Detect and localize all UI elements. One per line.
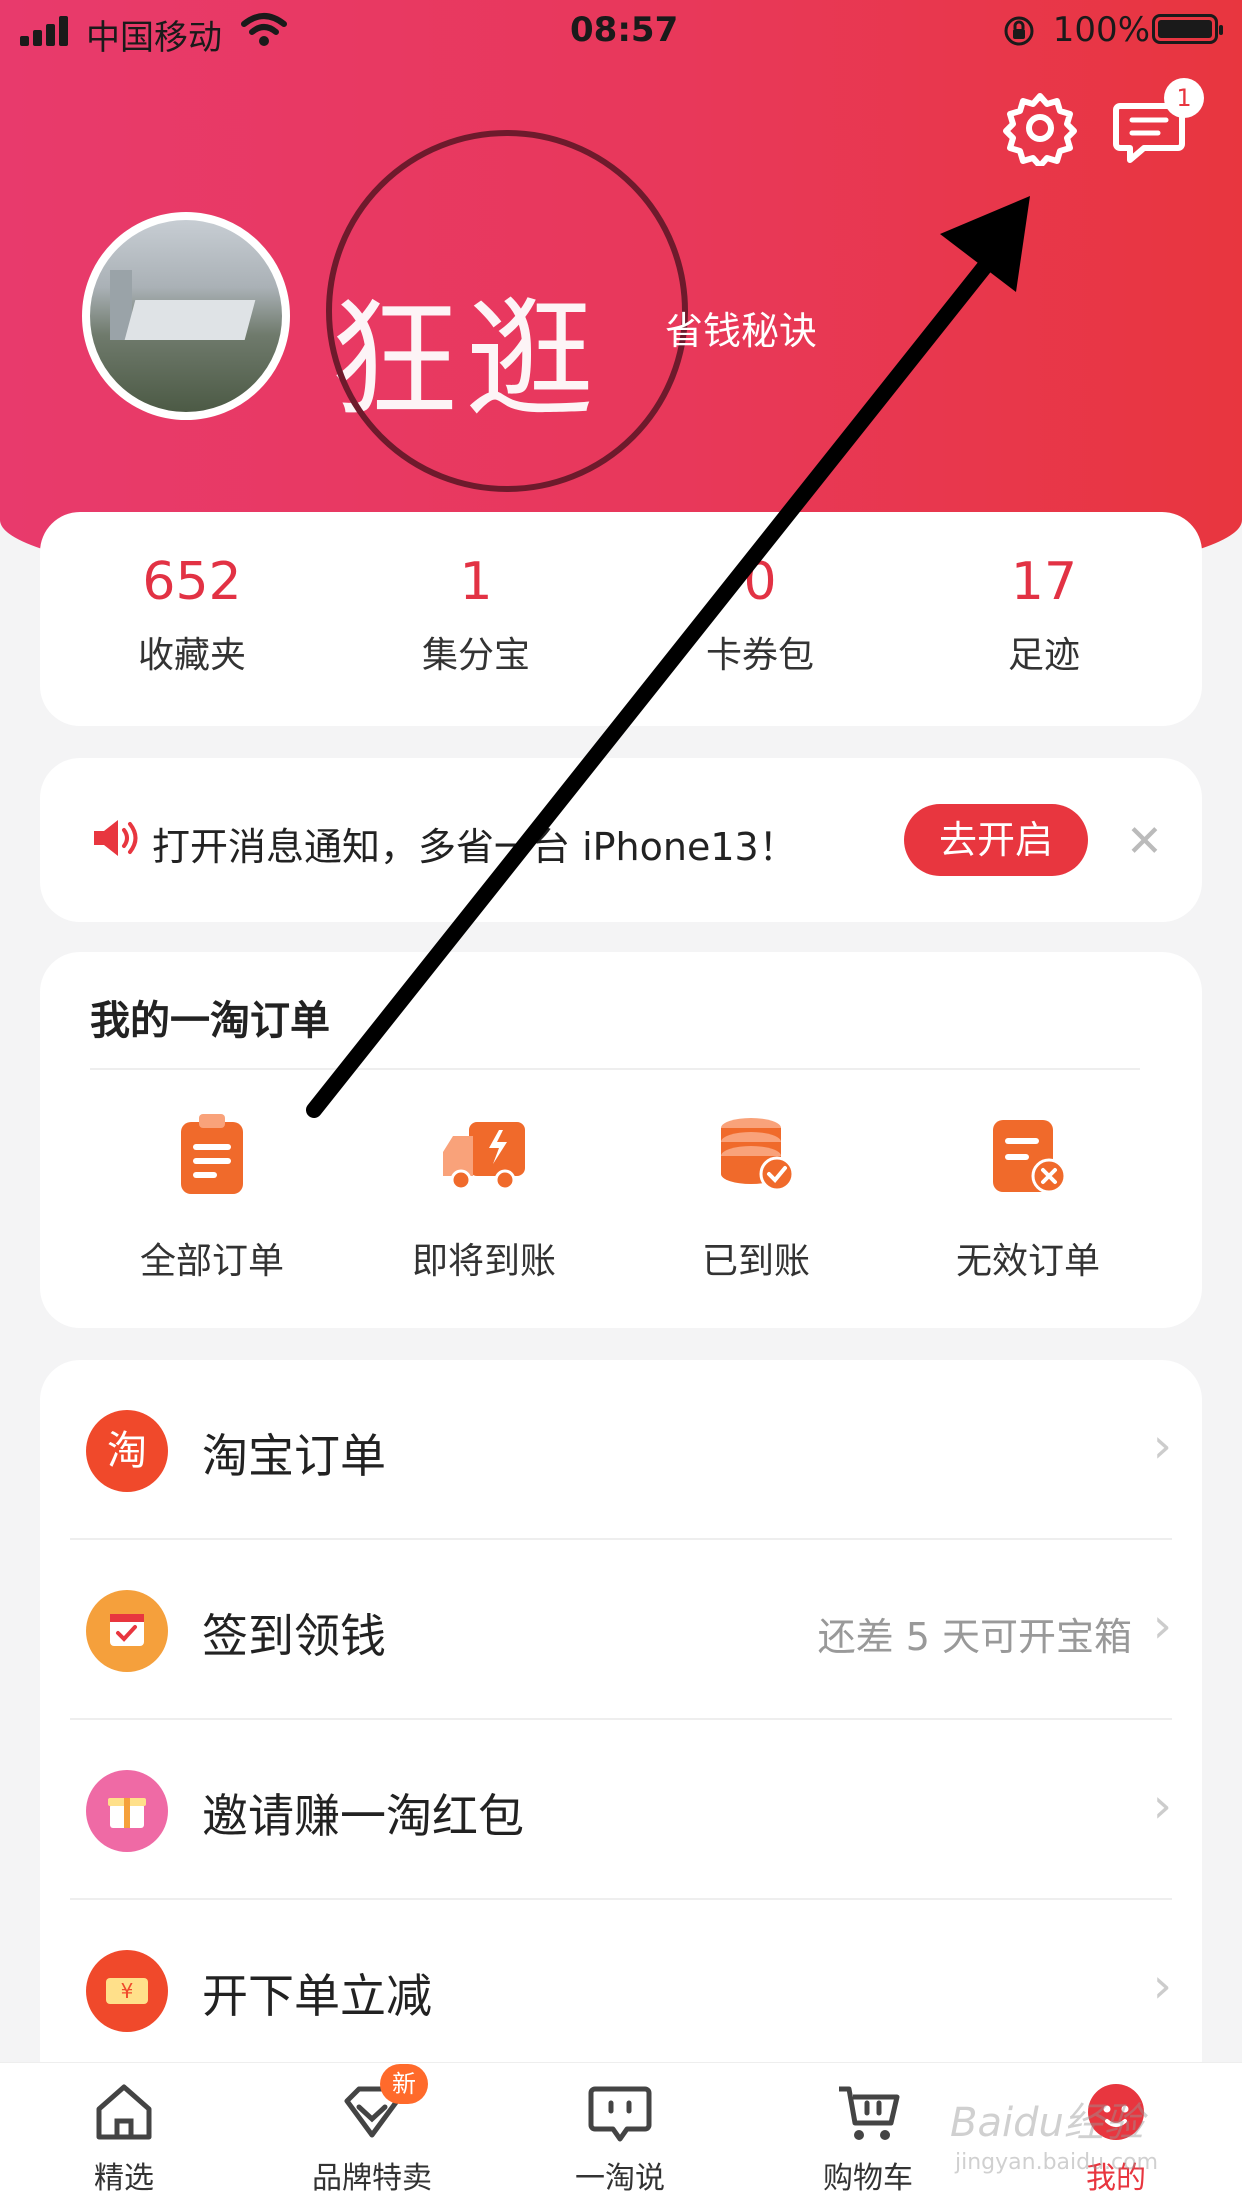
menu-list: 淘 淘宝订单 › 签到领钱 还差 5 天可开宝箱 › 邀请赚一淘红包 › ¥ 开… [40,1360,1202,2100]
order-pending[interactable]: 即将到账 [348,1112,620,1284]
tab-label: 精选 [94,2161,154,2196]
stat-label: 集分宝 [421,635,530,676]
order-invalid[interactable]: 无效订单 [892,1112,1164,1284]
coupon-glyph: ¥ [106,1978,148,2004]
tab-label: 品牌特卖 [312,2161,432,2196]
stat-value: 1 [459,552,493,612]
stat-points[interactable]: 1 集分宝 [356,552,596,678]
chat-icon [588,2086,652,2142]
order-label: 全部订单 [139,1241,284,1282]
tab-brand-sale[interactable]: 品牌特卖 [272,2077,472,2197]
message-count-badge: 1 [1164,78,1204,118]
rotation-lock-icon [1004,16,1034,46]
signal-icon [20,16,68,46]
stat-favorites[interactable]: 652 收藏夹 [72,552,312,678]
chevron-right-icon: › [1152,1598,1172,1654]
clipboard-icon [181,1114,243,1194]
tab-talk[interactable]: 一淘说 [520,2077,720,2197]
stat-coupons[interactable]: 0 卡券包 [640,552,880,678]
truck-icon [443,1122,525,1191]
stat-value: 652 [142,552,242,612]
clock: 08:57 [570,10,679,50]
stat-label: 收藏夹 [137,635,246,676]
menu-label: 签到领钱 [202,1609,386,1663]
order-label: 已到账 [701,1241,810,1282]
stat-footprints[interactable]: 17 足迹 [924,552,1164,678]
chevron-right-icon: › [1152,1958,1172,2014]
chevron-right-icon: › [1152,1418,1172,1474]
tab-label: 一淘说 [575,2161,665,2196]
close-icon[interactable]: ✕ [1126,816,1163,867]
new-badge: 新 [380,2064,428,2104]
invalid-order-icon [993,1120,1067,1194]
stat-label: 卡券包 [705,635,814,676]
order-label: 无效订单 [955,1241,1100,1282]
stat-label: 足迹 [1007,635,1080,676]
menu-invite[interactable]: 邀请赚一淘红包 › [40,1720,1202,1900]
battery-icon [1152,14,1223,44]
gift-icon [86,1770,168,1852]
order-all[interactable]: 全部订单 [76,1112,348,1284]
status-bar: 中国移动 08:57 100% [0,0,1242,62]
coupon-icon: ¥ [86,1950,168,2032]
divider [90,1068,1140,1070]
notice-text: 打开消息通知，多省一台 iPhone13！ [152,825,797,869]
notification-banner: 打开消息通知，多省一台 iPhone13！ 去开启 ✕ [40,758,1202,922]
coupon-symbol: ¥ [121,1979,134,2003]
stats-card: 652 收藏夹 1 集分宝 0 卡券包 17 足迹 [40,512,1202,726]
carrier-label: 中国移动 [86,18,222,58]
watermark-logo: Baidu经验 [950,2100,1144,2146]
coins-check-icon [721,1118,795,1192]
stat-value: 17 [1010,552,1078,612]
chevron-right-icon: › [1152,1778,1172,1834]
calendar-check-icon [86,1590,168,1672]
watermark-url: jingyan.baidu.com [955,2150,1159,2175]
tab-featured[interactable]: 精选 [24,2077,224,2197]
home-icon [96,2084,152,2140]
menu-taobao-orders[interactable]: 淘 淘宝订单 › [40,1360,1202,1540]
menu-subtext: 还差 5 天可开宝箱 [817,1615,1132,1659]
wifi-icon [241,13,287,46]
tagline[interactable]: 省钱秘诀 [665,300,817,355]
tab-label: 购物车 [823,2161,913,2196]
battery-percent: 100% [1052,10,1150,50]
cart-icon [839,2086,900,2140]
menu-label: 邀请赚一淘红包 [202,1789,524,1843]
calendar-check-glyph [110,1614,144,1646]
stat-value: 0 [743,552,777,612]
gear-icon[interactable] [1002,90,1078,166]
gift-glyph [108,1798,146,1828]
highlight-circle [326,130,688,492]
order-label: 即将到账 [411,1241,556,1282]
menu-checkin[interactable]: 签到领钱 还差 5 天可开宝箱 › [40,1540,1202,1720]
avatar[interactable] [82,212,290,420]
orders-title: 我的一淘订单 [90,998,330,1044]
enable-notifications-button[interactable]: 去开启 [904,804,1088,876]
orders-card: 我的一淘订单 全部订单 即将到账 已到账 无效订单 [40,952,1202,1328]
taobao-icon: 淘 [86,1410,168,1492]
menu-label: 淘宝订单 [202,1429,386,1483]
order-received[interactable]: 已到账 [620,1112,892,1284]
menu-discount[interactable]: ¥ 开下单立减 › [40,1900,1202,2080]
tab-cart[interactable]: 购物车 [768,2077,968,2197]
menu-label: 开下单立减 [202,1969,432,2023]
speaker-icon [94,820,138,856]
